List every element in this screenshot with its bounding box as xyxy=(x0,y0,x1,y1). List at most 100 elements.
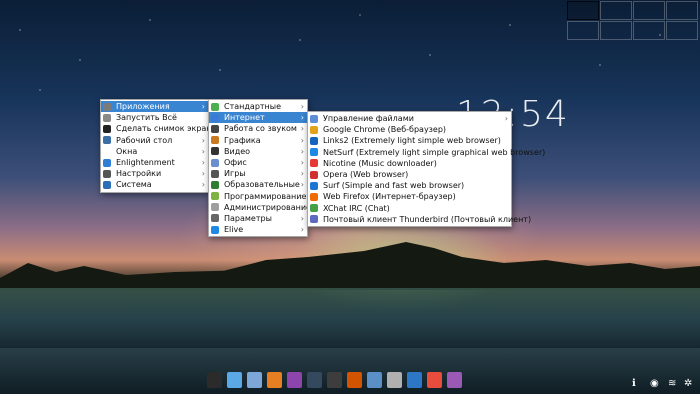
menu-item-label: NetSurf (Extremely light simple graphica… xyxy=(323,147,546,157)
menu-item-elive[interactable]: Elive › xyxy=(209,224,307,235)
games-icon xyxy=(211,169,219,178)
chevron-right-icon: › xyxy=(300,124,304,134)
window-icon xyxy=(103,147,111,156)
menu-item-label: Интернет xyxy=(224,113,265,123)
menu-item-netsurf[interactable]: NetSurf (Extremely light simple graphica… xyxy=(308,147,545,158)
chevron-right-icon: › xyxy=(201,169,205,179)
dock-text-editor-icon[interactable] xyxy=(247,372,262,388)
xchat-icon xyxy=(310,204,318,213)
menu-item-graphics[interactable]: Графика › xyxy=(209,135,307,146)
menu-item-label: Видео xyxy=(224,146,251,156)
dock-firefox-icon[interactable] xyxy=(267,372,282,388)
menu-item-games[interactable]: Игры › xyxy=(209,168,307,179)
chevron-right-icon: › xyxy=(300,102,304,111)
development-icon xyxy=(211,192,219,201)
pager-desktop-6[interactable] xyxy=(600,21,632,40)
menu-item-desktop[interactable]: Рабочий стол › xyxy=(101,135,208,146)
menu-item-education[interactable]: Образовательные › xyxy=(209,179,307,190)
menu-item-label: Офис xyxy=(224,157,247,167)
menu-item-label: Администрирование xyxy=(224,202,311,212)
globe-icon xyxy=(211,113,219,122)
menu-item-label: Google Chrome (Веб-браузер) xyxy=(323,125,447,135)
chevron-right-icon: › xyxy=(504,114,508,123)
dock-screen-recorder-icon[interactable] xyxy=(307,372,322,388)
enlightenment-icon xyxy=(103,158,111,167)
volume-icon[interactable]: ◉ xyxy=(650,378,659,389)
menu-item-development[interactable]: Программирование › xyxy=(209,191,307,202)
menu-item-links2[interactable]: Links2 (Extremely light simple web brows… xyxy=(308,135,511,146)
menu-item-preferences[interactable]: Параметры › xyxy=(209,213,307,224)
menu-item-label: Почтовый клиент Thunderbird (Почтовый кл… xyxy=(323,214,532,224)
education-icon xyxy=(211,180,219,189)
menu-item-label: Surf (Simple and fast web browser) xyxy=(323,181,465,191)
menu-item-camera[interactable]: Сделать снимок экрана xyxy=(101,123,216,134)
chevron-right-icon: › xyxy=(201,102,205,111)
dock-audio-player-icon[interactable] xyxy=(287,372,302,388)
dock-package-icon[interactable] xyxy=(387,372,402,388)
menu-item-xchat[interactable]: XChat IRC (Chat) xyxy=(308,203,511,214)
wifi-icon[interactable]: ≋ xyxy=(668,378,676,389)
settings-icon[interactable]: ✲ xyxy=(684,378,692,389)
menu-item-audio[interactable]: Работа со звуком › xyxy=(209,123,307,134)
dock-virtualbox-icon[interactable] xyxy=(367,372,382,388)
menu-item-label: Сделать снимок экрана xyxy=(116,124,217,134)
chevron-right-icon: › xyxy=(201,135,205,145)
menu-item-office[interactable]: Офис › xyxy=(209,157,307,168)
camera-icon xyxy=(103,124,111,133)
opera-icon xyxy=(310,170,318,179)
menu-item-label: XChat IRC (Chat) xyxy=(323,203,390,213)
chevron-right-icon: › xyxy=(300,202,304,212)
menu-item-firefox[interactable]: Web Firefox (Интернет-браузер) xyxy=(308,191,511,202)
admin-icon xyxy=(211,203,219,212)
menu-item-opera[interactable]: Opera (Web browser) xyxy=(308,169,511,180)
nicotine-icon xyxy=(310,159,318,168)
menu-item-nicotine[interactable]: Nicotine (Music downloader) xyxy=(308,158,511,169)
run-icon xyxy=(103,113,111,122)
accessories-icon xyxy=(211,102,219,111)
menu-item-window[interactable]: Окна › xyxy=(101,146,208,157)
pager-desktop-2[interactable] xyxy=(600,1,632,20)
info-icon[interactable]: ℹ xyxy=(632,378,636,389)
menu-item-accessories[interactable]: Стандартные › xyxy=(209,101,307,112)
menu-item-globe[interactable]: Интернет › xyxy=(209,112,307,124)
dock-chat-icon[interactable] xyxy=(227,372,242,388)
dock-search-icon[interactable] xyxy=(407,372,422,388)
pager-desktop-1[interactable] xyxy=(567,1,599,20)
pager-desktop-7[interactable] xyxy=(633,21,665,40)
file-manager-icon xyxy=(310,114,318,123)
audio-icon xyxy=(211,124,219,133)
dock-apps-icon[interactable] xyxy=(447,372,462,388)
menu-item-enlightenment[interactable]: Enlightenment › xyxy=(101,157,208,168)
main-menu: Приложения › Запустить Всё Сделать снимок э… xyxy=(100,99,216,193)
preferences-icon xyxy=(211,214,219,223)
menu-item-surf[interactable]: Surf (Simple and fast web browser) xyxy=(308,180,511,191)
menu-item-chrome[interactable]: Google Chrome (Веб-браузер) xyxy=(308,124,511,135)
menu-item-admin[interactable]: Администрирование › xyxy=(209,202,311,213)
dock-video-editor-icon[interactable] xyxy=(347,372,362,388)
virtual-desktop-pager[interactable] xyxy=(567,0,699,40)
menu-item-label: Рабочий стол xyxy=(116,135,173,145)
pager-desktop-4[interactable] xyxy=(666,1,698,20)
dock-image-viewer-icon[interactable] xyxy=(327,372,342,388)
menu-item-label: Стандартные xyxy=(224,102,282,111)
video-icon xyxy=(211,147,219,156)
menu-item-file-manager[interactable]: Управление файлами › xyxy=(308,113,511,124)
elive-icon xyxy=(211,225,219,234)
menu-item-label: Образовательные xyxy=(224,180,300,190)
chevron-right-icon: › xyxy=(300,146,304,156)
menu-item-system[interactable]: Система › xyxy=(101,179,208,190)
menu-item-gear[interactable]: Приложения › xyxy=(101,101,208,113)
menu-item-thunderbird[interactable]: Почтовый клиент Thunderbird (Почтовый кл… xyxy=(308,214,531,225)
dock-help-icon[interactable] xyxy=(427,372,442,388)
settings-icon xyxy=(103,169,111,178)
gear-icon xyxy=(103,102,111,111)
pager-desktop-8[interactable] xyxy=(666,21,698,40)
dock-terminal-icon[interactable] xyxy=(207,372,222,388)
menu-item-run[interactable]: Запустить Всё xyxy=(101,112,208,123)
menu-item-settings[interactable]: Настройки › xyxy=(101,168,208,179)
chevron-right-icon: › xyxy=(201,180,205,190)
pager-desktop-5[interactable] xyxy=(567,21,599,40)
menu-item-video[interactable]: Видео › xyxy=(209,146,307,157)
pager-desktop-3[interactable] xyxy=(633,1,665,20)
firefox-icon xyxy=(310,192,318,201)
